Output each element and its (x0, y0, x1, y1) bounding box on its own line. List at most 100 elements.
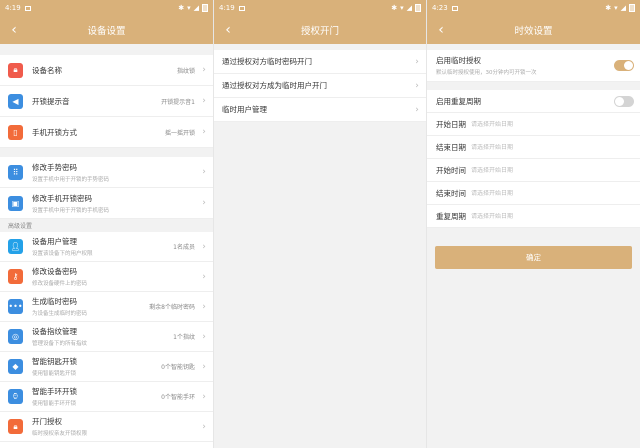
page-title: 设备设置 (87, 26, 126, 37)
setting-row-smart-band[interactable]: ⌚︎ 智能手环开锁 使用智能手环开锁 0个智能手环 › (0, 382, 213, 412)
time-settings-screen: 4:23 ✱ ▾ ◢ ‹ 时效设置 启用临时授权 默认临时授权使用，30分钟内可开锁… (427, 0, 640, 448)
signal-icon: ◢ (406, 4, 412, 12)
phone-icon: ▯ (8, 124, 23, 140)
auth-option-temp-user[interactable]: 通过授权对方成为临时用户开门 › (214, 74, 426, 98)
battery-icon (415, 4, 421, 12)
chevron-right-icon: › (202, 96, 206, 106)
gallery-icon (451, 5, 458, 11)
row-value: 开锁提示音1 (161, 98, 195, 106)
row-value: 0个智能手环 (161, 394, 195, 401)
password-group: ⠿ 修改手势密码 设置手机中用于开锁的手势密码 › ▣ 修改手机开锁密码 设置手机中… (0, 157, 213, 219)
chevron-right-icon: › (202, 65, 206, 75)
status-time: 4:19 (219, 4, 235, 12)
row-value: 摇一摇开锁 (164, 129, 195, 137)
confirm-button[interactable]: 确定 (435, 246, 632, 269)
auth-option-temp-user-management[interactable]: 临时用户管理 › (214, 98, 426, 122)
auth-options-list: 通过授权对方临时密码开门 › 通过授权对方成为临时用户开门 › 临时用户管理 › (214, 50, 426, 122)
setting-row-fingerprint[interactable]: ◎ 设备指纹管理 管理设备下的所有指纹 1个指纹 › (0, 322, 213, 352)
page-title: 时效设置 (514, 26, 553, 37)
chevron-right-icon: › (415, 80, 419, 91)
row-title: 智能手环开锁 (32, 387, 77, 396)
back-icon[interactable]: ‹ (6, 20, 22, 40)
setting-row-device-name[interactable]: 🔒︎ 设备名称 指纹锁 › (0, 55, 213, 86)
field-label: 开始日期 (436, 119, 466, 129)
row-title: 手机开锁方式 (32, 127, 77, 137)
chevron-right-icon: › (202, 421, 206, 432)
start-time-field[interactable] (471, 166, 591, 174)
row-subtitle: 修改设备硬件上的密码 (32, 281, 88, 287)
wifi-icon: ▾ (400, 4, 404, 12)
setting-row-gesture-password[interactable]: ⠿ 修改手势密码 设置手机中用于开锁的手势密码 › (0, 157, 213, 188)
setting-row-door-auth[interactable]: 🔒︎ 开门授权 临时授权亲友开锁权限 › (0, 412, 213, 442)
user-icon: 👤︎ (8, 239, 23, 254)
status-time: 4:19 (5, 4, 21, 12)
row-title: 启用临时授权 (436, 56, 481, 65)
field-label: 结束日期 (436, 142, 466, 152)
back-icon[interactable]: ‹ (220, 20, 236, 40)
chevron-right-icon: › (202, 198, 206, 208)
advanced-settings-group: 👤︎ 设备用户管理 设置该设备下的用户权限 1名成员 › ⚷ 修改设备密码修改设备… (0, 232, 213, 442)
wifi-icon: ▾ (187, 4, 191, 12)
start-date-field[interactable] (471, 120, 591, 128)
bluetooth-icon: ✱ (605, 4, 612, 12)
row-subtitle: 设置手机中用于开锁的手势密码 (32, 176, 110, 183)
temp-auth-row: 启用临时授权 默认临时授权使用，30分钟内可开锁一次 (427, 50, 640, 82)
repeat-cycle-field[interactable] (471, 212, 591, 220)
field-row-end-date: 结束日期 (427, 136, 640, 159)
key-icon: ⚷ (8, 269, 23, 284)
row-subtitle: 为设备生成临时的密码 (32, 311, 88, 317)
row-value: 指纹锁 (176, 67, 195, 75)
chevron-right-icon: › (202, 331, 206, 342)
row-subtitle: 设置手机中用于开锁的手机密码 (32, 207, 110, 214)
end-date-field[interactable] (471, 143, 591, 151)
field-label: 重复周期 (436, 211, 466, 221)
row-title: 智能钥匙开锁 (32, 357, 77, 366)
repeat-toggle[interactable] (614, 95, 634, 107)
row-subtitle: 使用智能手环开锁 (32, 401, 77, 407)
status-time: 4:23 (432, 4, 448, 12)
field-row-start-date: 开始日期 (427, 113, 640, 136)
nav-bar: ‹ 时效设置 (427, 16, 640, 44)
field-row-start-time: 开始时间 (427, 159, 640, 182)
nav-bar: ‹ 设备设置 (0, 16, 213, 44)
auth-option-temp-password[interactable]: 通过授权对方临时密码开门 › (214, 50, 426, 74)
chevron-right-icon: › (415, 56, 419, 67)
chevron-right-icon: › (202, 301, 206, 312)
setting-row-device-password[interactable]: ⚷ 修改设备密码修改设备硬件上的密码 › (0, 262, 213, 292)
field-label: 结束时间 (436, 188, 466, 198)
row-title: 修改手势密码 (32, 162, 77, 172)
row-subtitle: 使用智能钥匙开锁 (32, 371, 77, 377)
row-title: 修改手机开锁密码 (32, 193, 92, 203)
repeat-row: 启用重复周期 (427, 90, 640, 113)
row-value: 剩余8个临时密码 (149, 304, 195, 311)
spacer (427, 82, 640, 90)
setting-row-temp-password[interactable]: ••• 生成临时密码 为设备生成临时的密码 剩余8个临时密码 › (0, 292, 213, 322)
section-label: 高级设置 (0, 219, 213, 232)
auth-icon: 🔒︎ (8, 419, 23, 434)
setting-row-user-management[interactable]: 👤︎ 设备用户管理 设置该设备下的用户权限 1名成员 › (0, 232, 213, 262)
chevron-right-icon: › (202, 391, 206, 402)
dots-icon: ••• (8, 299, 23, 314)
chevron-right-icon: › (202, 127, 206, 137)
end-time-field[interactable] (471, 189, 591, 197)
field-row-repeat-cycle: 重复周期 (427, 205, 640, 228)
back-icon[interactable]: ‹ (433, 20, 449, 40)
spacer (0, 44, 213, 55)
setting-row-phone-unlock-mode[interactable]: ▯ 手机开锁方式 摇一摇开锁 › (0, 117, 213, 148)
setting-row-smart-key[interactable]: ◆ 智能钥匙开锁 使用智能钥匙开锁 0个智能钥匙 › (0, 352, 213, 382)
setting-row-phone-password[interactable]: ▣ 修改手机开锁密码 设置手机中用于开锁的手机密码 › (0, 188, 213, 219)
setting-row-unlock-sound[interactable]: ◀ 开锁提示音 开锁提示音1 › (0, 86, 213, 117)
row-title: 开门授权 (32, 417, 62, 426)
temp-auth-toggle[interactable] (614, 60, 634, 71)
nav-bar: ‹ 授权开门 (214, 16, 426, 44)
chevron-right-icon: › (202, 361, 206, 372)
row-title: 临时用户管理 (222, 105, 267, 114)
row-title: 设备用户管理 (32, 237, 77, 246)
row-value: 1名成员 (173, 244, 195, 251)
status-bar: 4:19 ✱ ▾ ◢ (0, 0, 213, 16)
row-title: 设备指纹管理 (32, 327, 77, 336)
chevron-right-icon: › (202, 271, 206, 282)
field-label: 开始时间 (436, 165, 466, 175)
spacer (0, 148, 213, 157)
row-title: 修改设备密码 (32, 267, 77, 276)
